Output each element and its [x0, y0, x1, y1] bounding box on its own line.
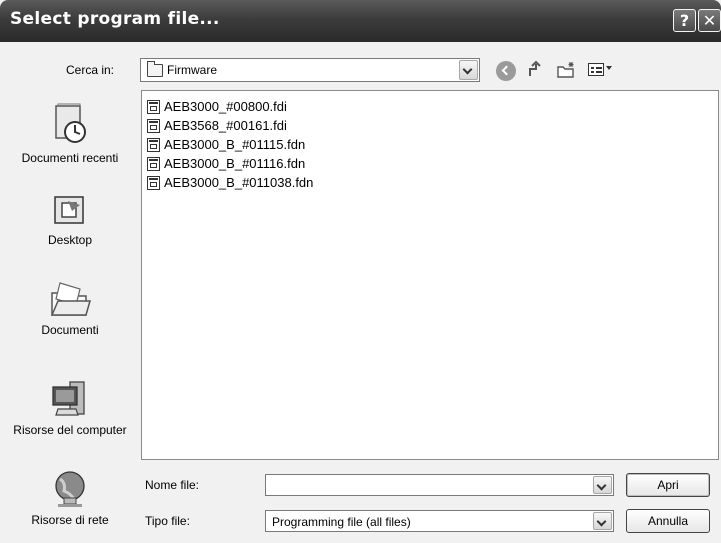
look-in-label: Cerca in:	[66, 63, 115, 77]
my-computer-icon	[52, 381, 85, 416]
window-title: Select program file...	[10, 9, 220, 29]
place-label-my-computer: Risorse del computer	[13, 423, 127, 437]
file-name-label: Nome file:	[145, 478, 200, 492]
file-icon	[147, 156, 160, 171]
file-icon	[147, 118, 160, 133]
place-my-computer[interactable]: Risorse del computer	[3, 379, 137, 438]
place-label-recent: Documenti recenti	[21, 151, 119, 165]
file-item[interactable]: AEB3000_B_#01115.fdn	[147, 136, 305, 154]
place-network[interactable]: Risorse di rete	[3, 469, 137, 528]
new-folder-icon[interactable]	[556, 60, 578, 80]
file-name: AEB3000_B_#011038.fdn	[164, 175, 314, 190]
views-dropdown-arrow-icon[interactable]	[606, 66, 612, 70]
network-icon	[55, 471, 85, 507]
file-icon	[147, 99, 160, 114]
file-item[interactable]: AEB3000_B_#01116.fdn	[147, 155, 305, 173]
places-bar: Documenti recenti Desktop Documenti Riso…	[3, 93, 137, 531]
file-name: AEB3000_B_#01116.fdn	[164, 156, 306, 171]
place-label-documents: Documenti	[41, 323, 99, 337]
file-item[interactable]: AEB3568_#00161.fdi	[147, 117, 287, 135]
desktop-icon	[54, 196, 84, 224]
look-in-dropdown[interactable]: Firmware	[140, 58, 480, 82]
place-documents[interactable]: Documenti	[3, 279, 137, 338]
place-desktop[interactable]: Desktop	[3, 193, 137, 248]
look-in-value: Firmware	[167, 63, 217, 77]
file-item[interactable]: AEB3000_#00800.fdi	[147, 98, 287, 116]
place-label-network: Risorse di rete	[31, 513, 109, 527]
file-type-label: Tipo file:	[145, 514, 190, 528]
close-button[interactable]: ✕	[698, 9, 721, 32]
chevron-down-icon[interactable]	[459, 60, 478, 80]
file-name: AEB3568_#00161.fdi	[164, 118, 287, 133]
file-name: AEB3000_B_#01115.fdn	[164, 137, 306, 152]
folder-icon	[147, 61, 163, 77]
chevron-down-icon[interactable]	[593, 512, 612, 530]
place-recent-documents[interactable]: Documenti recenti	[3, 103, 137, 166]
file-icon	[147, 137, 160, 152]
views-menu-icon[interactable]	[588, 63, 604, 76]
chevron-down-icon[interactable]	[593, 476, 612, 494]
file-list[interactable]: AEB3000_#00800.fdi AEB3568_#00161.fdi AE…	[141, 90, 719, 460]
file-type-value: Programming file (all files)	[272, 515, 411, 529]
place-label-desktop: Desktop	[47, 233, 93, 247]
open-button[interactable]: Apri	[626, 473, 710, 497]
title-bar[interactable]: Select program file... ? ✕	[0, 0, 721, 42]
back-icon[interactable]	[496, 61, 516, 81]
file-icon	[147, 175, 160, 190]
recent-documents-icon	[55, 103, 86, 143]
file-type-dropdown[interactable]: Programming file (all files)	[265, 510, 614, 532]
cancel-button[interactable]: Annulla	[626, 509, 710, 533]
file-item[interactable]: AEB3000_B_#011038.fdn	[147, 174, 313, 192]
up-folder-icon[interactable]	[526, 60, 546, 80]
documents-icon	[50, 282, 91, 316]
help-button[interactable]: ?	[673, 9, 696, 32]
file-name-input[interactable]	[265, 474, 614, 496]
file-dialog: Select program file... ? ✕ Cerca in: Fir…	[0, 0, 721, 543]
file-name: AEB3000_#00800.fdi	[164, 99, 287, 114]
